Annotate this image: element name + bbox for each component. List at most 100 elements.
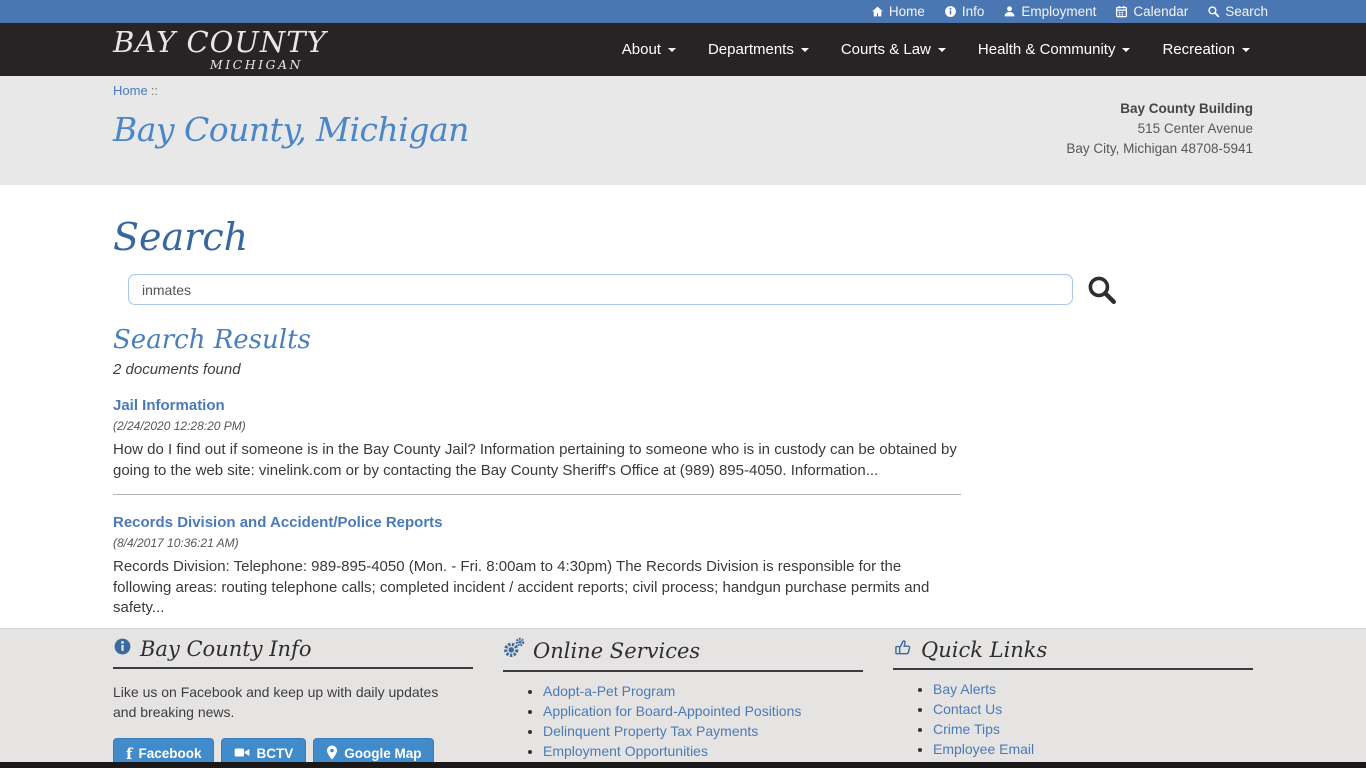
search-icon [1207,5,1220,18]
topbar-link-label: Employment [1021,4,1097,19]
user-icon [1003,5,1016,18]
chevron-down-icon [1242,47,1250,52]
footer-link[interactable]: Employment Opportunities [543,743,708,759]
footer-link[interactable]: Adopt-a-Pet Program [543,683,675,699]
search-row [128,274,1253,305]
topbar-link-search[interactable]: Search [1207,0,1268,23]
list-item: Contact Us [933,702,1253,716]
result-title-link[interactable]: Records Division and Accident/Police Rep… [113,514,443,531]
result-date: (8/4/2017 10:36:21 AM) [113,536,239,550]
results-list: Jail Information (2/24/2020 12:28:20 PM)… [113,397,961,633]
chevron-down-icon [1122,47,1131,52]
list-item: Crime Tips [933,722,1253,736]
thumbs-up-icon [893,637,913,662]
nav-item-health-community[interactable]: Health & Community [962,23,1147,76]
gears-icon [503,637,525,664]
result-snippet: How do I find out if someone is in the B… [113,441,957,479]
topbar-link-employment[interactable]: Employment [1003,0,1096,23]
result-title-link[interactable]: Jail Information [113,397,225,414]
topbar-link-label: Calendar [1133,4,1189,19]
footer-heading: Online Services [503,637,863,672]
topbar-link-label: Home [888,4,925,19]
bottom-bar [0,762,1366,768]
online-services-list: Adopt-a-Pet Program Application for Boar… [503,684,863,768]
list-item: Delinquent Property Tax Payments [543,724,863,738]
results-count: 2 documents found [113,361,241,378]
site-logo[interactable]: BAY COUNTY MICHIGAN [113,24,327,72]
list-item: Application for Board-Appointed Position… [543,704,863,718]
address-block: Bay County Building 515 Center Avenue Ba… [1066,99,1253,159]
nav-item-courts-law[interactable]: Courts & Law [825,23,962,76]
video-camera-icon [234,746,250,762]
button-label: Google Map [344,746,422,761]
button-label: Facebook [138,746,202,761]
nav-item-label: Courts & Law [840,41,931,58]
footer-link[interactable]: Delinquent Property Tax Payments [543,723,758,739]
nav-item-departments[interactable]: Departments [692,23,825,76]
nav-item-label: Health & Community [977,41,1116,58]
list-item: Adopt-a-Pet Program [543,684,863,698]
nav-menu: About Departments Courts & Law Health & … [606,23,1266,76]
magnifier-icon [1086,276,1117,308]
nav-item-label: About [621,41,661,58]
footer: Bay County Info Like us on Facebook and … [0,628,1366,768]
main-navbar: BAY COUNTY MICHIGAN About Departments Co… [0,23,1366,76]
breadcrumb-home-link[interactable]: Home [113,83,148,98]
footer-link[interactable]: Application for Board-Appointed Position… [543,703,801,719]
breadcrumb-separator: :: [150,83,158,98]
nav-item-label: Recreation [1162,41,1235,58]
search-heading: Search [113,215,249,259]
footer-heading: Quick Links [893,637,1253,670]
footer-heading-label: Quick Links [921,637,1048,662]
quick-links-list: Bay Alerts Contact Us Crime Tips Employe… [893,682,1253,768]
info-icon [944,5,957,18]
result-item: Records Division and Accident/Police Rep… [113,514,961,633]
search-input[interactable] [128,274,1073,305]
footer-heading: Bay County Info [113,637,473,669]
address-line1: Bay County Building [1120,101,1253,116]
footer-link[interactable]: Contact Us [933,701,1002,717]
address-line2: 515 Center Avenue [1137,121,1253,136]
result-date: (2/24/2020 12:28:20 PM) [113,419,246,433]
calendar-icon [1115,5,1128,18]
chevron-down-icon [667,47,676,52]
footer-link[interactable]: Crime Tips [933,721,1000,737]
search-results-heading: Search Results [113,325,311,355]
result-item: Jail Information (2/24/2020 12:28:20 PM)… [113,397,961,495]
list-item: Employment Opportunities [543,744,863,758]
footer-heading-label: Online Services [533,638,701,663]
chevron-down-icon [937,47,946,52]
footer-col-bay-county-info: Bay County Info Like us on Facebook and … [113,637,473,768]
list-item: Employee Email [933,742,1253,756]
topbar-link-calendar[interactable]: Calendar [1115,0,1188,23]
nav-item-recreation[interactable]: Recreation [1146,23,1266,76]
chevron-down-icon [800,47,809,52]
list-item: Bay Alerts [933,682,1253,696]
facebook-icon: f [126,744,133,763]
info-circle-icon [113,637,132,661]
nav-item-label: Departments [707,41,794,58]
footer-link[interactable]: Bay Alerts [933,681,996,697]
topbar-link-home[interactable]: Home [871,0,925,23]
page-header-band: Home:: Bay County, Michigan Bay County B… [0,76,1366,185]
topbar-link-info[interactable]: Info [944,0,985,23]
footer-info-text: Like us on Facebook and keep up with dai… [113,684,439,720]
main-content: Search Search Results 2 documents found … [113,185,1253,633]
home-icon [871,5,884,18]
result-snippet: Records Division: Telephone: 989-895-405… [113,558,930,616]
map-marker-icon [326,745,338,763]
footer-link[interactable]: Employee Email [933,741,1034,757]
logo-line1: BAY COUNTY [113,24,327,59]
footer-col-quick-links: Quick Links Bay Alerts Contact Us Crime … [893,637,1253,768]
page: Home Info Employment Calendar Search BAY… [0,0,1366,768]
topbar-link-label: Info [961,4,985,19]
search-submit-button[interactable] [1086,274,1117,305]
address-line3: Bay City, Michigan 48708-5941 [1066,141,1253,156]
nav-item-about[interactable]: About [606,23,692,76]
footer-heading-label: Bay County Info [140,637,312,661]
button-label: BCTV [256,746,294,761]
logo-line2: MICHIGAN [209,56,303,72]
breadcrumb: Home:: [113,83,1253,98]
topbar-link-label: Search [1225,4,1268,19]
top-utility-bar: Home Info Employment Calendar Search [0,0,1366,23]
